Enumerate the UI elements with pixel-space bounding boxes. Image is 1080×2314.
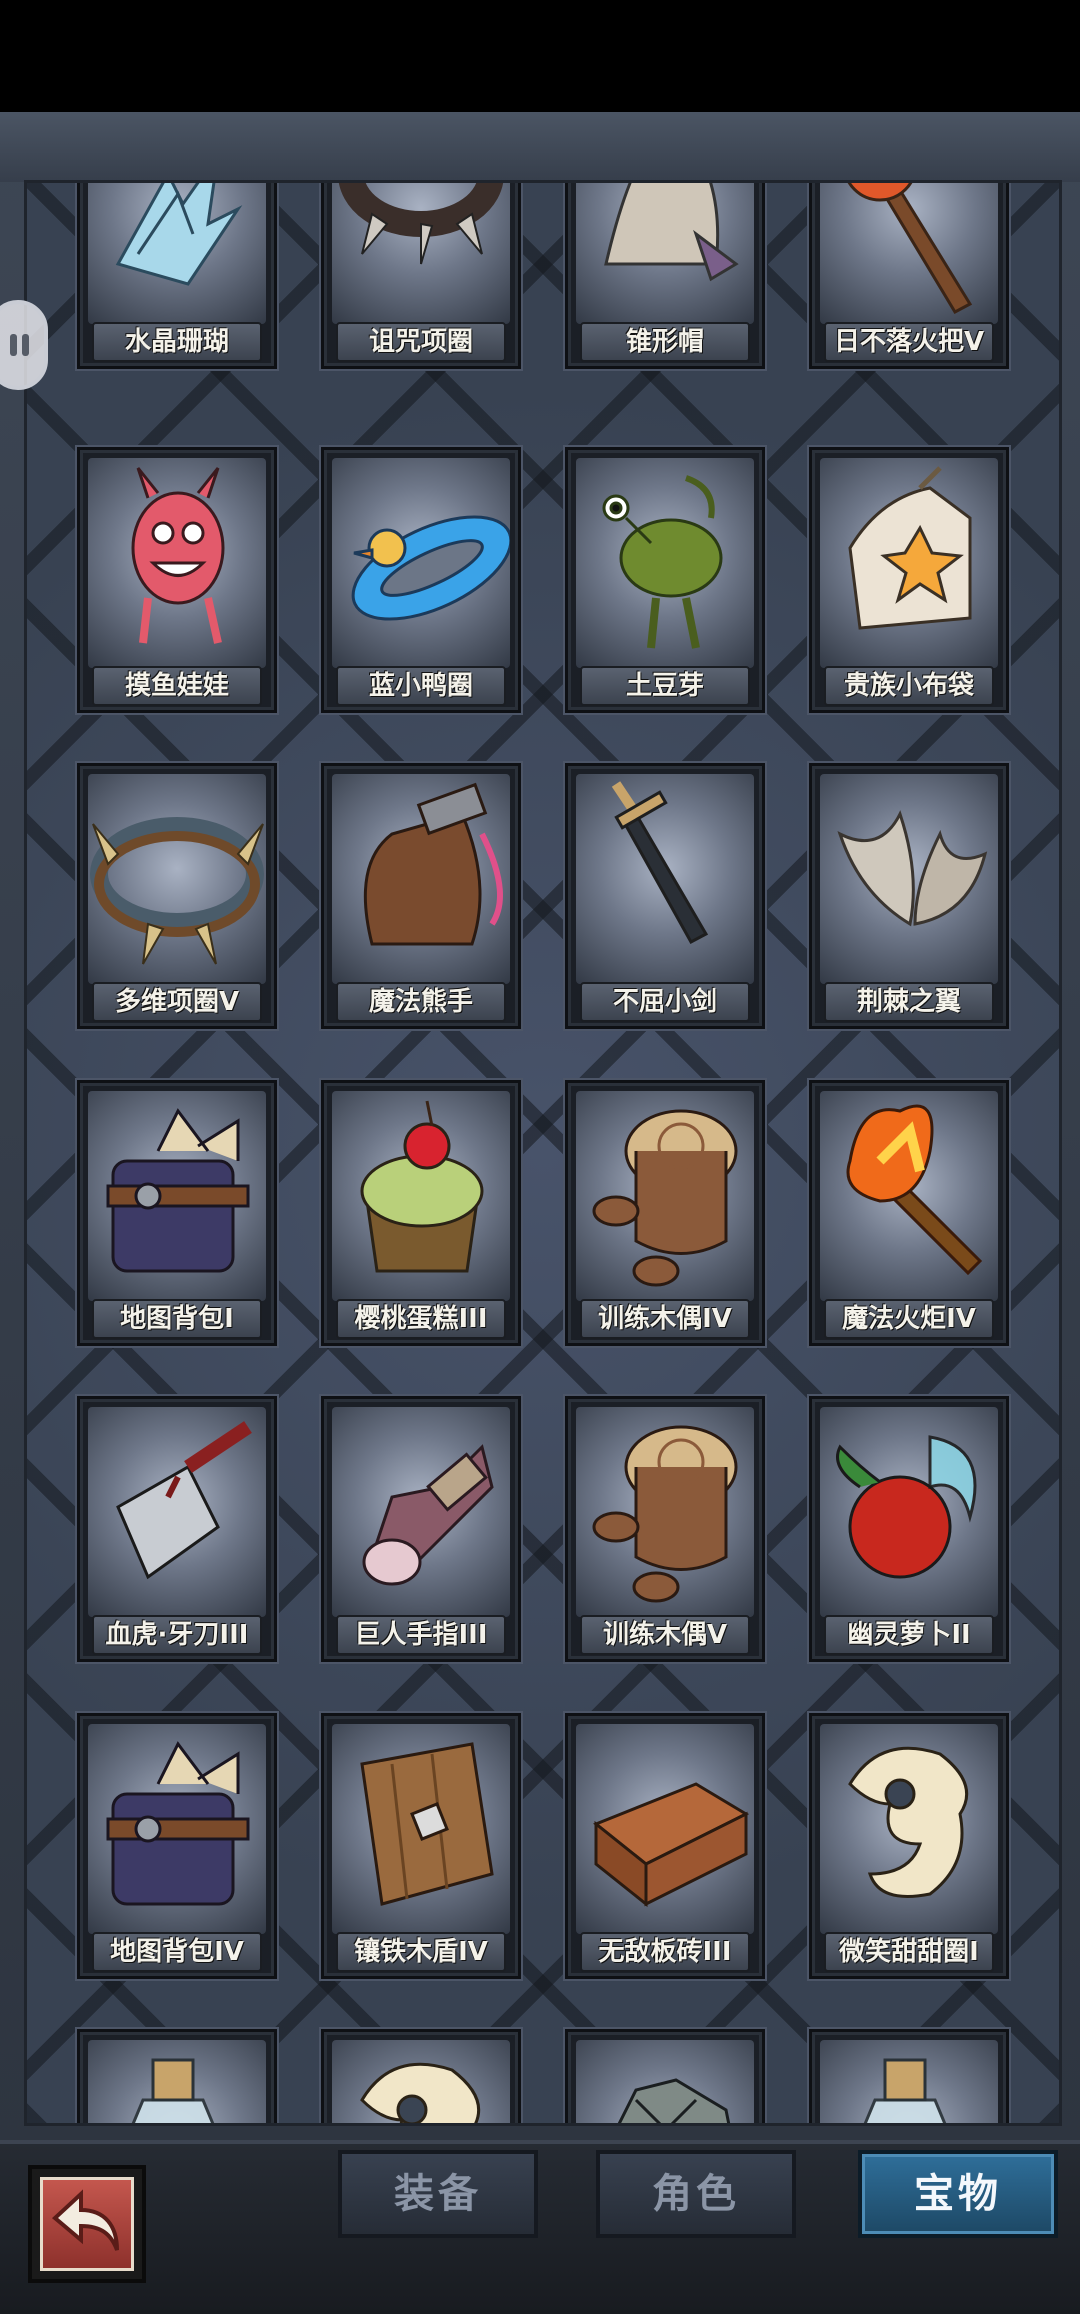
treasure-card[interactable]: 多维项圈V xyxy=(77,763,277,1029)
treasure-name-label: 地图背包IV xyxy=(92,1932,262,1972)
back-arrow-icon xyxy=(51,2189,119,2251)
cloth-bag-icon xyxy=(820,458,998,668)
treasure-card[interactable]: 地图背包I xyxy=(77,1080,277,1346)
ghost-radish-icon xyxy=(820,1407,998,1617)
cherry-cake-icon xyxy=(332,1091,510,1301)
cone-helmet-icon xyxy=(576,183,754,324)
treasure-name-label: 训练木偶IV xyxy=(580,1299,750,1339)
treasure-card[interactable]: 镶铁木盾IV xyxy=(321,1713,521,1979)
thorn-wings-icon xyxy=(820,774,998,984)
giant-finger-icon xyxy=(332,1407,510,1617)
treasure-name-label: 无敌板砖III xyxy=(580,1932,750,1972)
potato-sprout-icon xyxy=(576,458,754,668)
magic-torch-icon xyxy=(820,1091,998,1301)
treasure-card[interactable]: 训练木偶IV xyxy=(565,1080,765,1346)
treasure-name-label: 幽灵萝卜II xyxy=(824,1615,994,1655)
treasure-name-label: 巨人手指III xyxy=(336,1615,506,1655)
treasure-name-label: 魔法火炬IV xyxy=(824,1299,994,1339)
treasure-name-label: 诅咒项圈 xyxy=(336,322,506,362)
treasure-card[interactable]: 荆棘之翼 xyxy=(809,763,1009,1029)
tab-treasure[interactable]: 宝物 xyxy=(858,2150,1058,2238)
treasure-card[interactable]: 巨人手指III xyxy=(321,1396,521,1662)
treasure-name-label: 镶铁木盾IV xyxy=(336,1932,506,1972)
map-backpack-icon xyxy=(88,1091,266,1301)
treasure-name-label: 水晶珊瑚 xyxy=(92,322,262,362)
treasure-name-label: 魔法熊手 xyxy=(336,982,506,1022)
treasure-name-label: 微笑甜甜圈I xyxy=(824,1932,994,1972)
donut-icon xyxy=(820,1724,998,1934)
tab-equipment[interactable]: 装备 xyxy=(338,2150,538,2238)
treasure-card[interactable]: 无敌板砖III xyxy=(565,1713,765,1979)
training-dummy-icon xyxy=(576,1407,754,1617)
treasure-name-label: 多维项圈V xyxy=(92,982,262,1022)
treasure-grid-inner: 水晶珊瑚 诅咒项圈 锥形帽 日不落火把V 摸鱼娃娃 蓝小鸭圈 土豆芽 贵族小布袋多维项圈V 魔法… xyxy=(27,183,1059,2123)
cleaver-icon xyxy=(88,1407,266,1617)
treasure-card[interactable]: 日不落火把V xyxy=(809,183,1009,369)
donut-icon xyxy=(332,2040,510,2123)
tab-character[interactable]: 角色 xyxy=(596,2150,796,2238)
multi-collar-icon xyxy=(88,774,266,984)
treasure-card[interactable]: 蓝小鸭圈 xyxy=(321,447,521,713)
status-bar xyxy=(0,0,1080,112)
bottle-icon xyxy=(88,2040,266,2123)
treasure-card[interactable]: 魔法熊手 xyxy=(321,763,521,1029)
treasure-card[interactable]: 幽灵萝卜II xyxy=(809,1396,1009,1662)
brick-icon xyxy=(576,1724,754,1934)
treasure-card[interactable]: 不屈小剑 xyxy=(565,763,765,1029)
treasure-name-label: 土豆芽 xyxy=(580,666,750,706)
treasure-card[interactable]: 魔法火炬IV xyxy=(809,1080,1009,1346)
treasure-card[interactable] xyxy=(321,2029,521,2123)
torch-icon xyxy=(820,183,998,324)
training-dummy-icon xyxy=(576,1091,754,1301)
treasure-card[interactable]: 地图背包IV xyxy=(77,1713,277,1979)
treasure-card[interactable] xyxy=(565,2029,765,2123)
treasure-name-label: 摸鱼娃娃 xyxy=(92,666,262,706)
bear-paw-icon xyxy=(332,774,510,984)
treasure-card[interactable]: 贵族小布袋 xyxy=(809,447,1009,713)
treasure-name-label: 荆棘之翼 xyxy=(824,982,994,1022)
floating-pause-handle[interactable] xyxy=(0,300,48,390)
treasure-card[interactable]: 土豆芽 xyxy=(565,447,765,713)
treasure-name-label: 不屈小剑 xyxy=(580,982,750,1022)
treasure-card[interactable]: 微笑甜甜圈I xyxy=(809,1713,1009,1979)
treasure-card[interactable]: 樱桃蛋糕III xyxy=(321,1080,521,1346)
treasure-name-label: 锥形帽 xyxy=(580,322,750,362)
rock-icon xyxy=(576,2040,754,2123)
treasure-card[interactable]: 锥形帽 xyxy=(565,183,765,369)
treasure-card[interactable] xyxy=(809,2029,1009,2123)
treasure-name-label: 樱桃蛋糕III xyxy=(336,1299,506,1339)
treasure-card[interactable]: 训练木偶V xyxy=(565,1396,765,1662)
treasure-card[interactable] xyxy=(77,2029,277,2123)
treasure-grid[interactable]: 水晶珊瑚 诅咒项圈 锥形帽 日不落火把V 摸鱼娃娃 蓝小鸭圈 土豆芽 贵族小布袋多维项圈V 魔法… xyxy=(24,180,1062,2126)
wooden-shield-icon xyxy=(332,1724,510,1934)
map-backpack-icon xyxy=(88,1724,266,1934)
back-button[interactable] xyxy=(28,2165,146,2283)
treasure-name-label: 日不落火把V xyxy=(824,322,994,362)
treasure-name-label: 贵族小布袋 xyxy=(824,666,994,706)
treasure-card[interactable]: 摸鱼娃娃 xyxy=(77,447,277,713)
treasure-name-label: 血虎·牙刀III xyxy=(92,1615,262,1655)
bottle-icon xyxy=(820,2040,998,2123)
treasure-name-label: 蓝小鸭圈 xyxy=(336,666,506,706)
crystal-coral-icon xyxy=(88,183,266,324)
frame-top-rim xyxy=(0,112,1080,182)
treasure-card[interactable]: 诅咒项圈 xyxy=(321,183,521,369)
spiked-collar-icon xyxy=(332,183,510,324)
treasure-name-label: 地图背包I xyxy=(92,1299,262,1339)
treasure-card[interactable]: 水晶珊瑚 xyxy=(77,183,277,369)
treasure-name-label: 训练木偶V xyxy=(580,1615,750,1655)
duck-float-icon xyxy=(332,458,510,668)
treasure-card[interactable]: 血虎·牙刀III xyxy=(77,1396,277,1662)
pink-doll-icon xyxy=(88,458,266,668)
small-sword-icon xyxy=(576,774,754,984)
